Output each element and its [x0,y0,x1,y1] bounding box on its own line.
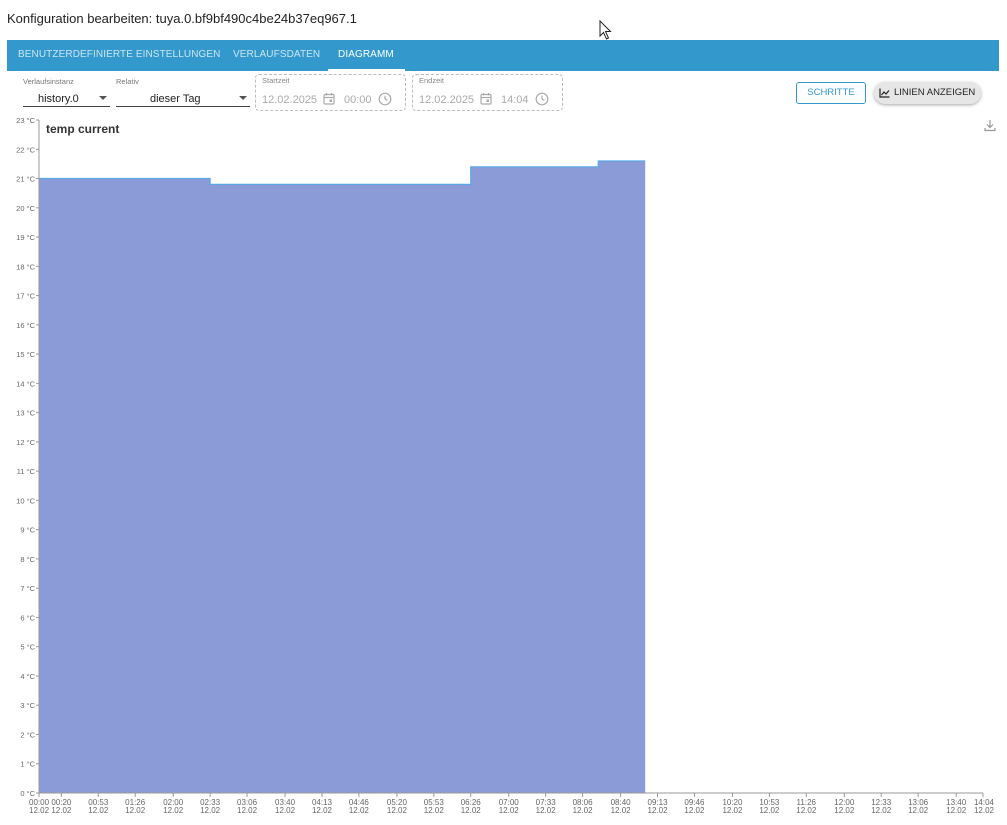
chevron-down-icon [239,96,247,100]
end-time-label: Endzeit [419,76,445,85]
x-tick-date-label: 12.02 [275,806,296,815]
clock-icon[interactable] [378,92,392,106]
chevron-down-icon [99,96,107,100]
relative-select[interactable]: dieser Tag [116,90,250,107]
mouse-pointer-icon [599,20,612,40]
x-tick-date-label: 12.02 [871,806,892,815]
y-tick-label: 15 °C [16,350,35,359]
y-tick-label: 1 °C [20,760,35,769]
show-lines-label: LINIEN ANZEIGEN [894,87,976,98]
x-tick-date-label: 12.02 [974,806,995,815]
x-tick-date-label: 12.02 [946,806,967,815]
end-time-input[interactable]: 14:04 [501,94,529,106]
y-tick-label: 4 °C [20,672,35,681]
x-tick-date-label: 12.02 [648,806,669,815]
y-tick-label: 0 °C [20,789,35,798]
show-lines-button[interactable]: LINIEN ANZEIGEN [874,82,981,104]
end-date-input[interactable]: 12.02.2025 [419,94,474,106]
x-tick-date-label: 12.02 [461,806,482,815]
y-tick-label: 8 °C [20,555,35,564]
x-tick-date-label: 12.02 [163,806,184,815]
x-tick-date-label: 12.02 [349,806,370,815]
tab-bar: BENUTZERDEFINIERTE EINSTELLUNGEN VERLAUF… [7,40,999,71]
steps-button[interactable]: SCHRITTE [796,82,866,104]
x-tick-date-label: 12.02 [387,806,408,815]
x-tick-date-label: 12.02 [200,806,221,815]
x-tick-date-label: 12.02 [51,806,72,815]
history-instance-select[interactable]: history.0 [23,90,110,107]
calendar-icon[interactable] [323,92,335,105]
y-tick-label: 21 °C [16,175,35,184]
y-tick-label: 19 °C [16,233,35,242]
x-tick-date-label: 12.02 [611,806,632,815]
x-tick-date-label: 12.02 [573,806,594,815]
x-tick-date-label: 12.02 [834,806,855,815]
y-tick-label: 11 °C [17,467,36,476]
y-tick-label: 7 °C [20,584,35,593]
x-tick-date-label: 12.02 [722,806,743,815]
y-tick-label: 6 °C [20,613,35,622]
y-tick-label: 17 °C [16,292,35,301]
start-time-field: Startzeit 12.02.2025 00:00 [255,74,406,111]
history-instance-label: Verlaufsinstanz [23,77,74,86]
x-tick-date-label: 12.02 [499,806,520,815]
tab-chart[interactable]: DIAGRAMM [328,40,405,71]
y-tick-label: 2 °C [20,730,35,739]
start-time-label: Startzeit [262,76,290,85]
y-tick-label: 10 °C [16,496,35,505]
y-tick-label: 14 °C [16,379,35,388]
y-tick-label: 9 °C [20,526,35,535]
y-tick-label: 20 °C [16,204,35,213]
tab-history-data[interactable]: VERLAUFSDATEN [233,40,320,71]
x-tick-date-label: 12.02 [536,806,557,815]
x-tick-date-label: 12.02 [424,806,445,815]
dialog-title: Konfiguration bearbeiten: tuya.0.bf9bf49… [7,11,357,26]
y-tick-label: 3 °C [20,701,35,710]
y-tick-label: 22 °C [16,145,35,154]
x-tick-date-label: 12.02 [759,806,780,815]
temperature-chart: 0 °C 1 °C 2 °C 3 °C 4 °C 5 °C 6 °C 7 °C 8 °C 9 °C… [16,116,995,815]
chart-title: temp current [46,122,119,136]
x-tick-date-label: 12.02 [125,806,146,815]
x-tick-date-label: 12.02 [796,806,817,815]
y-tick-label: 12 °C [16,438,35,447]
clock-icon[interactable] [535,92,549,106]
history-instance-value: history.0 [38,93,79,105]
x-tick-date-label: 12.02 [237,806,258,815]
y-tick-label: 16 °C [16,321,35,330]
x-tick-date-label: 12.02 [684,806,705,815]
y-tick-label: 13 °C [16,409,35,418]
y-tick-label: 5 °C [20,643,35,652]
y-tick-label: 18 °C [16,262,35,271]
start-time-input[interactable]: 00:00 [344,94,372,106]
chart-line-icon [879,88,890,98]
x-tick-date-label: 12.02 [29,806,50,815]
x-tick-date-label: 12.02 [312,806,333,815]
calendar-icon[interactable] [480,92,492,105]
tab-custom-settings[interactable]: BENUTZERDEFINIERTE EINSTELLUNGEN [18,40,221,71]
relative-label: Relativ [116,77,139,86]
x-tick-date-label: 12.02 [908,806,929,815]
series-area [39,160,646,793]
x-tick-date-label: 12.02 [88,806,109,815]
y-tick-label: 23 °C [16,116,35,125]
relative-value: dieser Tag [150,93,201,105]
start-date-input[interactable]: 12.02.2025 [262,94,317,106]
end-time-field: Endzeit 12.02.2025 14:04 [412,74,563,111]
